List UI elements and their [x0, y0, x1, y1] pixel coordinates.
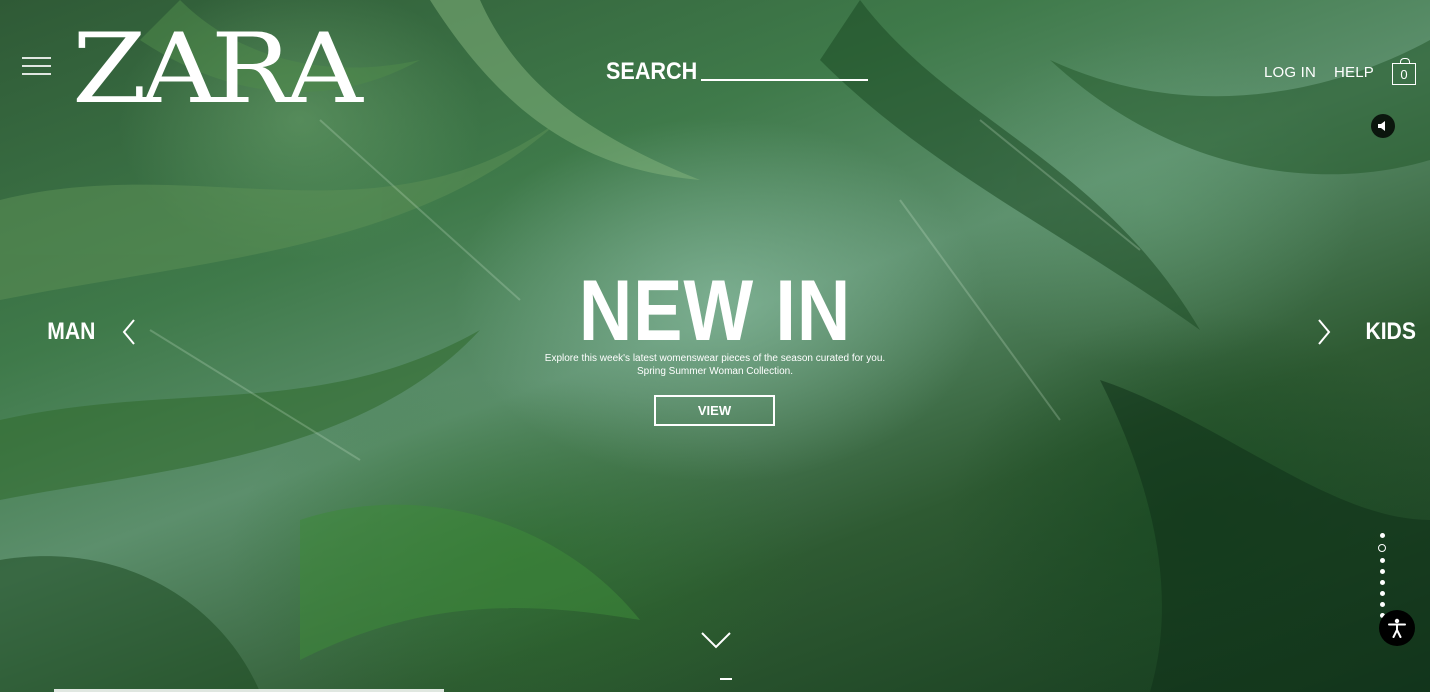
hero-background: ZARA SEARCH LOG IN HELP 0 MAN KIDS NEW I…	[0, 0, 1430, 692]
next-section-label[interactable]: KIDS	[1365, 318, 1415, 346]
slider-dot[interactable]	[1379, 533, 1385, 538]
slider-dot[interactable]	[1379, 591, 1385, 596]
slider-dot[interactable]	[1378, 544, 1386, 552]
search-underline	[701, 79, 868, 81]
accessibility-icon[interactable]	[1379, 610, 1415, 646]
chevron-down-icon[interactable]	[700, 630, 732, 650]
speaker-icon[interactable]	[1371, 114, 1395, 138]
log-in-link[interactable]: LOG IN	[1264, 64, 1316, 81]
bottom-indicator	[720, 678, 732, 680]
zara-logo[interactable]: ZARA	[72, 21, 363, 117]
slider-dot[interactable]	[1379, 558, 1385, 563]
hero-subtitle-line-1: Explore this week's latest womenswear pi…	[544, 353, 886, 364]
hamburger-menu-icon[interactable]	[22, 57, 51, 75]
search-field[interactable]: SEARCH	[606, 58, 868, 86]
help-link[interactable]: HELP	[1334, 64, 1374, 81]
slider-dot[interactable]	[1379, 602, 1385, 607]
hero-subtitle: Explore this week's latest womenswear pi…	[0, 352, 1430, 378]
header-actions: LOG IN HELP 0	[1264, 58, 1416, 85]
bag-count: 0	[1400, 66, 1408, 82]
slider-dot[interactable]	[1379, 569, 1385, 574]
hero-title: NEW IN	[578, 263, 852, 359]
hero-subtitle-line-2: Spring Summer Woman Collection.	[637, 366, 793, 377]
search-label[interactable]: SEARCH	[606, 58, 697, 86]
shopping-bag-icon[interactable]: 0	[1392, 58, 1416, 85]
slider-dot[interactable]	[1379, 580, 1385, 585]
slider-dots	[1378, 533, 1386, 624]
view-button[interactable]: VIEW	[654, 395, 775, 426]
prev-section-label[interactable]: MAN	[47, 318, 95, 346]
next-section-nav[interactable]: KIDS	[1316, 318, 1419, 346]
